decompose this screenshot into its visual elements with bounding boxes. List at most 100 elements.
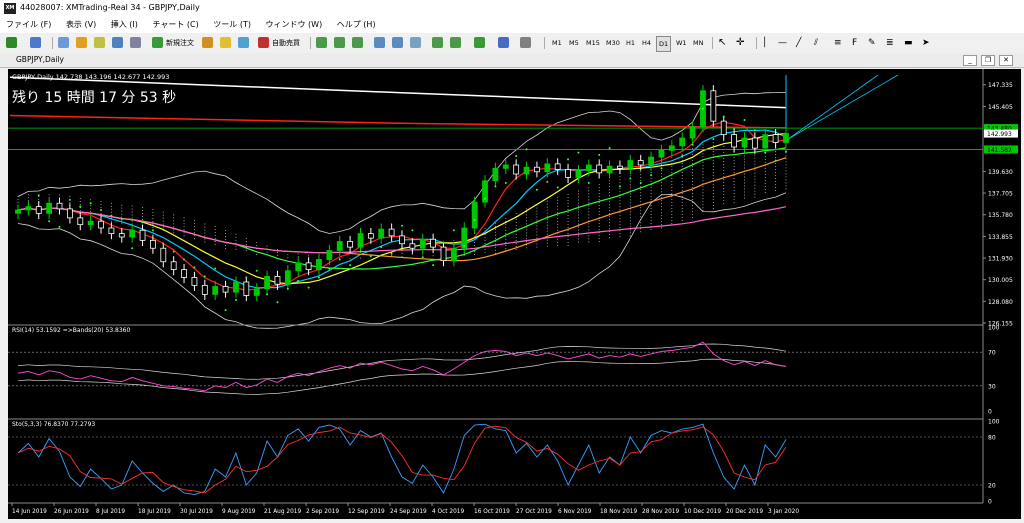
timeframe-m15[interactable]: M15 <box>584 36 602 50</box>
menu-file[interactable]: ファイル (F) <box>0 17 57 32</box>
auto-trade-button[interactable]: 自動売買 <box>272 36 300 50</box>
cloud-dot <box>650 205 652 207</box>
periods-icon[interactable] <box>498 37 509 48</box>
cloud-dot <box>214 243 216 245</box>
cloud-dot <box>660 188 662 190</box>
candle-body <box>617 165 623 169</box>
metaeditor-icon[interactable] <box>202 37 213 48</box>
timeframe-d1[interactable]: D1 <box>656 36 672 52</box>
cloud-dot <box>671 220 673 222</box>
zoom-in-icon[interactable] <box>374 37 385 48</box>
zoom-out-icon[interactable] <box>392 37 403 48</box>
crosshair-icon[interactable]: ✛ <box>736 36 744 50</box>
cloud-dot <box>588 235 590 237</box>
vertical-line-icon[interactable]: │ <box>762 36 767 50</box>
restore-button[interactable]: ❐ <box>981 55 995 66</box>
chart-canvas[interactable]: 147.335 145.405 139.630 137.705 135.780 133.8… <box>8 69 1021 519</box>
price-tick-label: 139.630 <box>988 169 1013 176</box>
menu-insert[interactable]: 挿入 (I) <box>105 17 144 32</box>
equidistant-channel-icon[interactable]: ≡ <box>834 36 842 50</box>
cloud-dot <box>692 205 694 207</box>
line-chart-icon[interactable] <box>352 37 363 48</box>
cloud-dot <box>183 232 185 234</box>
new-chart-icon[interactable] <box>6 37 17 48</box>
new-order-icon[interactable] <box>152 37 163 48</box>
trendline-icon[interactable]: ╱ <box>796 36 801 50</box>
timeframe-m5[interactable]: M5 <box>567 36 581 50</box>
cloud-dot <box>598 226 600 228</box>
cloud-dot <box>702 156 704 158</box>
menu-help[interactable]: ヘルプ (H) <box>331 17 382 32</box>
timeframe-h4[interactable]: H4 <box>640 36 653 50</box>
cloud-dot <box>619 236 621 238</box>
candle-body <box>150 239 156 249</box>
minimize-button[interactable]: _ <box>963 55 977 66</box>
menu-chart[interactable]: チャート (C) <box>146 17 204 32</box>
cloud-dot <box>505 247 507 249</box>
data-window-icon[interactable] <box>76 37 87 48</box>
cloud-dot <box>764 170 766 172</box>
text-label-icon[interactable]: ≣ <box>886 36 894 50</box>
new-order-button[interactable]: 新規注文 <box>166 36 194 50</box>
cloud-dot <box>671 202 673 204</box>
fib-fan-icon[interactable]: ✎ <box>868 36 876 50</box>
auto-trade-icon[interactable] <box>258 37 269 48</box>
templates-icon[interactable] <box>520 37 531 48</box>
cloud-dot <box>671 187 673 189</box>
autoscroll-icon[interactable] <box>450 37 461 48</box>
candle-body <box>25 206 32 211</box>
cloud-dot <box>557 205 559 207</box>
fibonacci-icon[interactable]: F <box>852 36 857 50</box>
cursor-icon[interactable]: ↖ <box>718 36 726 50</box>
market-watch-icon[interactable] <box>58 37 69 48</box>
cloud-dot <box>629 184 631 186</box>
timeframe-m30[interactable]: M30 <box>604 36 622 50</box>
navigator-icon[interactable] <box>94 37 105 48</box>
chart-svg[interactable]: 147.335 145.405 139.630 137.705 135.780 133.8… <box>8 69 1021 519</box>
signals-icon[interactable] <box>220 37 231 48</box>
channel-icon[interactable]: ⫽ <box>814 36 818 50</box>
candle-body <box>565 169 571 178</box>
cloud-dot <box>629 232 631 234</box>
cloud-dot <box>671 190 673 192</box>
menu-view[interactable]: 表示 (V) <box>60 17 102 32</box>
timeframe-w1[interactable]: W1 <box>674 36 689 50</box>
terminal-icon[interactable] <box>112 37 123 48</box>
sar-dot <box>598 153 601 156</box>
cloud-dot <box>609 192 611 194</box>
candlestick-icon[interactable] <box>334 37 345 48</box>
timeframe-h1[interactable]: H1 <box>624 36 637 50</box>
cloud-dot <box>526 232 528 234</box>
cloud-dot <box>173 217 175 219</box>
close-button[interactable]: ✕ <box>999 55 1013 66</box>
sar-dot <box>359 250 362 253</box>
timeframe-mn[interactable]: MN <box>691 36 705 50</box>
sar-dot <box>328 267 331 270</box>
cloud-dot <box>453 239 455 241</box>
cloud-dot <box>619 215 621 217</box>
cloud-dot <box>754 190 756 192</box>
candle-body <box>284 270 291 285</box>
cloud-dot <box>536 243 538 245</box>
horizontal-line-icon[interactable]: — <box>778 36 787 50</box>
timeframe-m1[interactable]: M1 <box>550 36 564 50</box>
tester-icon[interactable] <box>130 37 141 48</box>
cloud-dot <box>152 212 154 214</box>
rectangle-icon[interactable]: ▬ <box>904 36 913 50</box>
candle-body <box>35 206 42 214</box>
market-icon[interactable] <box>238 37 249 48</box>
cloud-dot <box>609 219 611 221</box>
indicators-icon[interactable] <box>474 37 485 48</box>
menu-tools[interactable]: ツール (T) <box>207 17 257 32</box>
cloud-dot <box>619 212 621 214</box>
bar-chart-icon[interactable] <box>316 37 327 48</box>
tile-windows-icon[interactable] <box>410 37 421 48</box>
profiles-icon[interactable] <box>30 37 41 48</box>
arrow-shapes-icon[interactable]: ➤ <box>922 36 930 50</box>
cloud-dot <box>588 202 590 204</box>
sar-dot <box>556 186 559 189</box>
chart-shift-icon[interactable] <box>432 37 443 48</box>
menu-window[interactable]: ウィンドウ (W) <box>260 17 329 32</box>
cloud-dot <box>650 190 652 192</box>
cloud-dot <box>712 187 714 189</box>
